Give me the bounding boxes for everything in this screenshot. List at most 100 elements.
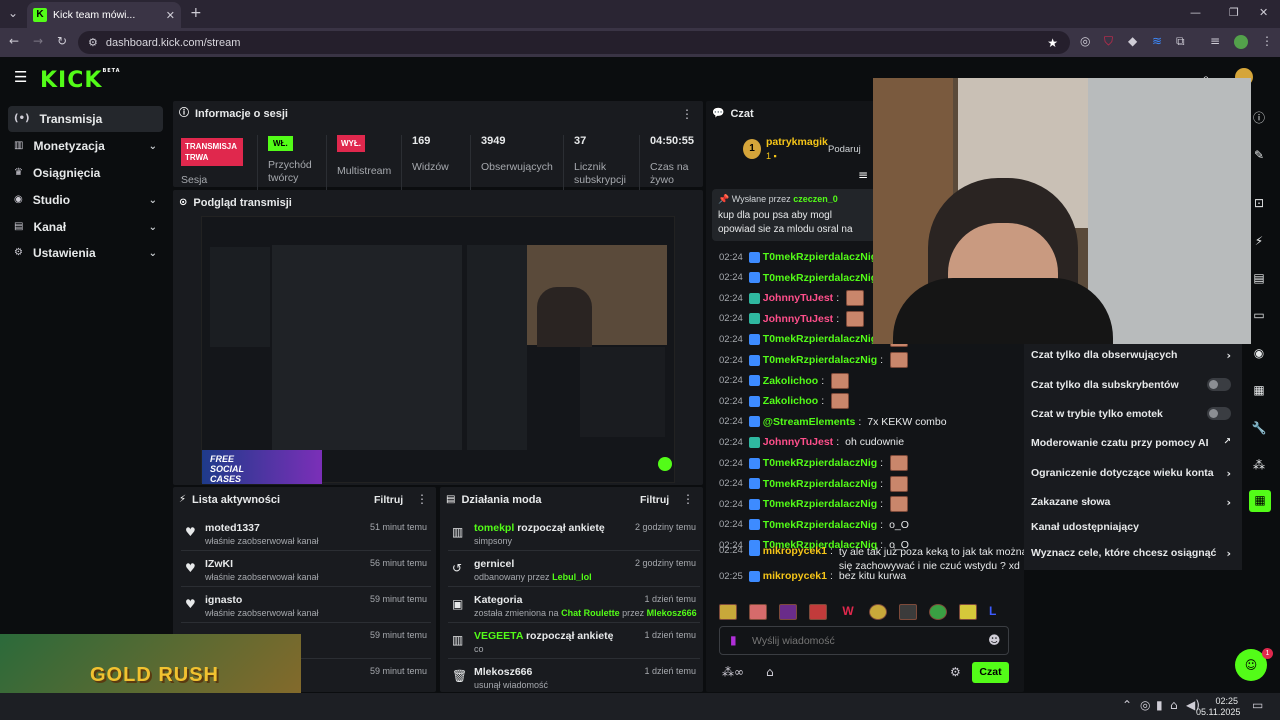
chat-settings-icon[interactable]: ⚙ [950, 666, 961, 678]
chat-username[interactable]: T0mekRzpierdalaczNig [763, 251, 877, 263]
emote-icon[interactable] [869, 604, 887, 620]
emoji-icon[interactable]: ☻ [988, 634, 1001, 646]
reading-list-icon[interactable]: ≡ [1210, 35, 1220, 47]
chat-username[interactable]: T0mekRzpierdalaczNig [763, 333, 877, 345]
setting-subs-only[interactable]: Czat tylko dla subskrybentów [1031, 378, 1231, 391]
rail-users-icon[interactable]: ⁂ [1249, 455, 1269, 475]
subs-only-toggle[interactable] [1207, 378, 1231, 391]
sidebar-item-osiagniecia[interactable]: ♛ Osiągnięcia [8, 160, 163, 186]
top-gifter-name[interactable]: patrykmagik [766, 136, 828, 148]
maximize-icon[interactable]: ❐ [1229, 7, 1239, 18]
rail-wrench-icon[interactable]: 🔧 [1249, 418, 1269, 438]
sidebar-item-transmisja[interactable]: (•) Transmisja [8, 106, 163, 132]
emote-icon[interactable] [809, 604, 827, 620]
sidebar-item-ustawienia[interactable]: ⚙ Ustawienia ⌄ [8, 240, 163, 266]
chat-filter-icon[interactable]: ≡ [858, 169, 868, 181]
activity-username[interactable]: IZwKI [205, 558, 233, 570]
rail-chat-icon[interactable]: ▭ [1249, 305, 1269, 325]
mod-username[interactable]: tomekpl [474, 522, 514, 534]
pinned-by-user[interactable]: czeczen_0 [793, 194, 838, 204]
reload-icon[interactable]: ↻ [57, 35, 67, 47]
activity-filter-button[interactable]: Filtruj [374, 494, 403, 506]
chat-store-icon[interactable]: ⌂ [766, 666, 774, 678]
back-icon[interactable]: ← [9, 35, 19, 47]
mod-desc-user[interactable]: Lebul_lol [552, 572, 592, 582]
tab-search-icon[interactable]: ⌄ [8, 7, 18, 19]
setting-sharing-channel[interactable]: Kanał udostępniający [1031, 521, 1231, 533]
tab-close-icon[interactable]: ✕ [166, 10, 175, 21]
browser-tab[interactable]: K Kick team mówi... ✕ [27, 2, 181, 28]
emote-only-toggle[interactable] [1207, 407, 1231, 420]
extensions-puzzle-icon[interactable]: ⧉ [1176, 35, 1185, 47]
tray-expand-icon[interactable]: ⌃ [1122, 699, 1132, 711]
rail-target-icon[interactable]: ⊡ [1249, 193, 1269, 213]
tray-network-icon[interactable]: ⌂ [1170, 699, 1178, 711]
setting-account-age[interactable]: Ograniczenie dotyczące wieku konta › [1031, 467, 1231, 480]
emote-l-icon[interactable]: L [989, 604, 1003, 622]
activity-menu-icon[interactable]: ⋮ [416, 493, 428, 505]
chat-users-icon[interactable]: ⁂∞ [722, 666, 744, 678]
hamburger-menu-icon[interactable]: ☰ [14, 70, 27, 85]
sidebar-item-kanal[interactable]: ▤ Kanał ⌄ [8, 214, 163, 240]
chat-username[interactable]: JohnnyTuJest [763, 313, 833, 325]
emote-icon[interactable] [779, 604, 797, 620]
kick-logo[interactable]: KICKBETA [40, 68, 121, 93]
revenue-badge[interactable]: WŁ. [268, 136, 293, 151]
site-info-icon[interactable]: ⚙ [88, 37, 98, 48]
emote-icon[interactable] [749, 604, 767, 620]
bookmark-star-icon[interactable]: ★ [1047, 37, 1058, 49]
setting-goals[interactable]: Wyznacz cele, które chcesz osiągnąć › [1031, 547, 1231, 560]
chat-username[interactable]: mikropycek1 [763, 570, 827, 582]
chat-send-button[interactable]: Czat [972, 662, 1009, 683]
window-close-icon[interactable]: ✕ [1259, 7, 1268, 18]
chat-username[interactable]: T0mekRzpierdalaczNig [763, 457, 877, 469]
emote-icon[interactable] [719, 604, 737, 620]
mod-desc-user[interactable]: Mlekosz666 [647, 608, 697, 618]
chat-input[interactable] [752, 633, 972, 649]
chat-username[interactable]: JohnnyTuJest [763, 436, 833, 448]
profile-avatar[interactable] [1234, 35, 1248, 49]
browser-menu-icon[interactable]: ⋮ [1261, 35, 1273, 47]
sidebar-item-studio[interactable]: ◉ Studio ⌄ [8, 187, 163, 213]
emote-icon[interactable] [899, 604, 917, 620]
extension-wave-icon[interactable]: ≋ [1152, 35, 1162, 47]
multistream-badge[interactable]: WYŁ. [337, 135, 365, 152]
setting-followers-only[interactable]: Czat tylko dla obserwujących › [1031, 349, 1231, 362]
sidebar-item-monetyzacja[interactable]: ▥ Monetyzacja ⌄ [8, 133, 163, 159]
minimize-icon[interactable]: — [1190, 7, 1201, 18]
rail-bolt-icon[interactable]: ⚡ [1249, 231, 1269, 251]
emote-w-icon[interactable]: W [839, 604, 857, 622]
rail-doc-icon[interactable]: ▤ [1249, 268, 1269, 288]
activity-username[interactable]: ignasto [205, 594, 242, 606]
setting-ai-moderation[interactable]: Moderowanie czatu przy pomocy AI ↗ [1031, 437, 1231, 449]
new-tab-icon[interactable]: + [190, 6, 202, 20]
rail-broadcast-icon[interactable]: ◉ [1249, 343, 1269, 363]
rail-info-icon[interactable]: ⓘ [1249, 108, 1269, 128]
emote-icon[interactable] [929, 604, 947, 620]
setting-banned-words[interactable]: Zakazane słowa › [1031, 496, 1231, 509]
mod-desc-category[interactable]: Chat Roulette [561, 608, 620, 618]
address-bar[interactable]: ⚙ dashboard.kick.com/stream ★ [78, 31, 1070, 54]
extension-diamond-icon[interactable]: ◆ [1128, 35, 1137, 47]
chat-username[interactable]: T0mekRzpierdalaczNig [763, 354, 877, 366]
rail-layout-icon[interactable]: ▦ [1249, 380, 1269, 400]
gift-sub-button[interactable]: Podaruj [828, 144, 861, 155]
chat-username[interactable]: Zakolichoo [763, 395, 818, 407]
forward-icon[interactable]: → [33, 35, 43, 47]
chat-username[interactable]: JohnnyTuJest [763, 292, 833, 304]
chat-username[interactable]: mikropycek1 [763, 545, 827, 557]
mod-username[interactable]: VEGEETA [474, 630, 523, 642]
chat-username[interactable]: T0mekRzpierdalaczNig [763, 478, 877, 490]
setting-emote-only[interactable]: Czat w trybie tylko emotek [1031, 407, 1231, 420]
mod-username[interactable]: Mlekosz666 [474, 666, 532, 678]
stream-preview-video[interactable]: FREE SOCIAL CASES [201, 216, 675, 484]
chat-username[interactable]: T0mekRzpierdalaczNig [763, 272, 877, 284]
mod-username[interactable]: gernicel [474, 558, 514, 570]
chat-username[interactable]: T0mekRzpierdalaczNig [763, 519, 877, 531]
extension-shield-icon[interactable]: ⛉ [1104, 35, 1113, 47]
mod-menu-icon[interactable]: ⋮ [682, 493, 694, 505]
emote-icon[interactable] [959, 604, 977, 620]
mod-filter-button[interactable]: Filtruj [640, 494, 669, 506]
mic-icon[interactable]: ▮ [730, 634, 737, 646]
chat-username[interactable]: Zakolichoo [763, 375, 818, 387]
